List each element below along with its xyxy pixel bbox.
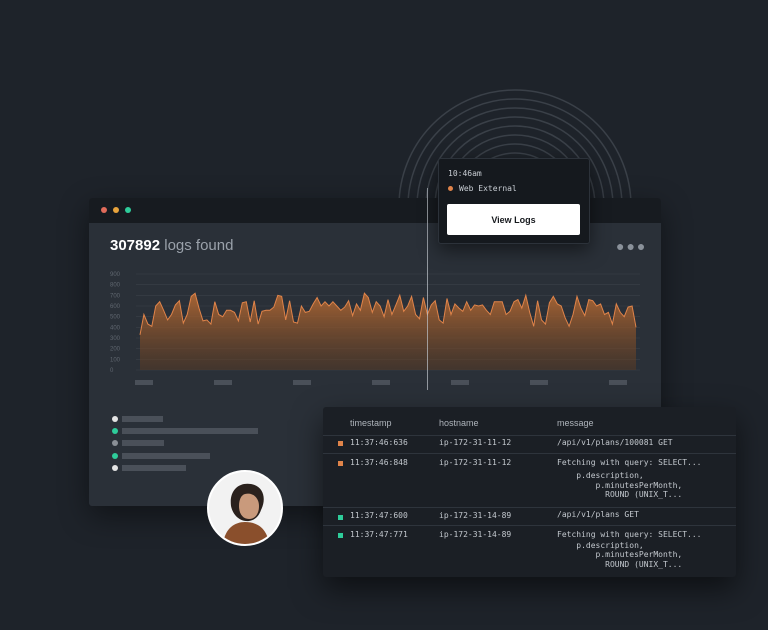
column-header-timestamp[interactable]: timestamp [350,418,392,428]
row-timestamp: 11:37:46:636 [350,438,408,447]
status-dot [112,453,118,459]
status-dot [112,416,118,422]
user-avatar[interactable] [207,470,283,546]
y-tick-label: 500 [110,315,121,321]
status-dot [112,440,118,446]
logs-found-heading: 307892 logs found [110,237,233,254]
x-tick-placeholder [135,380,153,385]
y-tick-label: 0 [110,368,114,374]
logs-count-suffix: logs found [164,237,234,254]
row-status-indicator [338,461,343,466]
y-tick-label: 700 [110,293,121,299]
y-tick-label: 600 [110,304,121,310]
status-dot [112,465,118,471]
row-status-indicator [338,533,343,538]
minimize-window-dot[interactable] [113,207,119,213]
row-separator [323,507,736,508]
row-timestamp: 11:37:47:771 [350,530,408,539]
row-status-indicator [338,515,343,520]
view-logs-button[interactable]: View Logs [447,204,580,235]
close-window-dot[interactable] [101,207,107,213]
status-placeholder-bar [122,428,258,434]
tooltip-time: 10:46am [448,169,482,178]
row-hostname: ip-172-31-14-89 [439,530,512,539]
status-placeholder-bar [122,440,164,446]
status-placeholder-bar [122,465,186,471]
y-tick-label: 800 [110,283,121,289]
x-tick-placeholder [214,380,232,385]
row-message-line: Fetching with query: SELECT... [557,458,702,467]
row-status-indicator [338,441,343,446]
row-separator [323,525,736,526]
tooltip-host: Web External [459,184,517,193]
row-message: /api/v1/plans GET [557,510,639,519]
status-placeholder-bar [122,453,210,459]
row-hostname: ip-172-31-14-89 [439,511,512,520]
column-header-message[interactable]: message [557,418,594,428]
row-hostname: ip-172-31-11-12 [439,458,512,467]
row-timestamp: 11:37:46:848 [350,458,408,467]
log-volume-chart: 900 800 700 600 500 400 300 200 100 0 [110,272,640,385]
y-tick-label: 300 [110,336,121,342]
log-table: timestamp hostname message 11:37:46:636 … [323,407,736,577]
maximize-window-dot[interactable] [125,207,131,213]
chart-cursor-line [427,188,428,390]
row-separator [323,453,736,454]
ellipsis-icon[interactable]: ●●● [616,238,647,254]
row-message-line: ROUND (UNIX_T... [557,560,683,569]
row-message: /api/v1/plans/100081 GET [557,438,673,447]
status-placeholder-bar [122,416,163,422]
status-dot [112,428,118,434]
row-message-line: ROUND (UNIX_T... [557,490,683,499]
x-tick-placeholder [530,380,548,385]
row-timestamp: 11:37:47:600 [350,511,408,520]
x-tick-placeholder [451,380,469,385]
y-tick-label: 900 [110,272,121,278]
y-tick-label: 100 [110,357,121,363]
chart-tooltip-popover: 10:46am Web External View Logs [438,158,590,244]
row-message-line: p.description, [557,471,644,480]
x-tick-placeholder [609,380,627,385]
y-tick-label: 200 [110,347,121,353]
row-message-line: Fetching with query: SELECT... [557,530,702,539]
y-tick-label: 400 [110,325,121,331]
host-status-dot [448,186,453,191]
person-photo-icon [209,472,281,544]
row-message-line: p.minutesPerMonth, [557,550,683,559]
row-hostname: ip-172-31-11-12 [439,438,512,447]
x-tick-placeholder [372,380,390,385]
x-tick-placeholder [293,380,311,385]
column-header-hostname[interactable]: hostname [439,418,479,428]
header-separator [323,435,736,436]
logs-count: 307892 [110,237,161,254]
